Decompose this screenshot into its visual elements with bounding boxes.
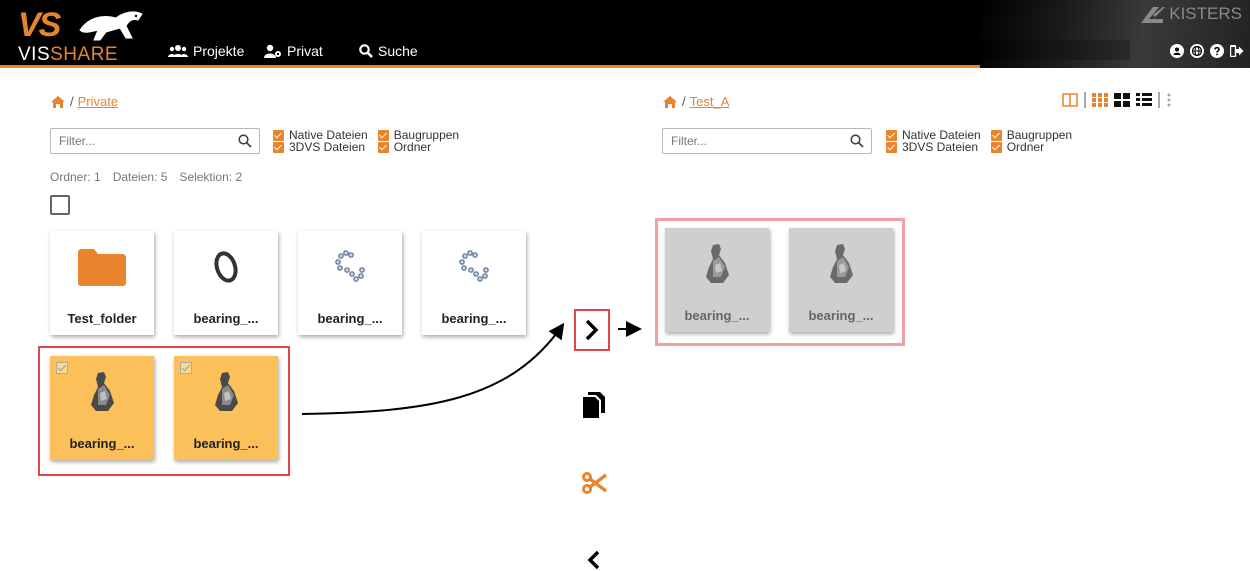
- move-left-icon: [587, 550, 600, 569]
- more-options-icon[interactable]: [1166, 93, 1172, 107]
- search-icon[interactable]: [850, 134, 864, 148]
- cut-icon: [582, 472, 608, 494]
- checkbox-checked-icon: [886, 141, 897, 153]
- tile-file-preview[interactable]: bearing_...: [665, 228, 769, 332]
- copy-icon: [583, 392, 605, 418]
- checkbox-checked-icon: [990, 129, 1002, 141]
- part-icon: [706, 244, 729, 283]
- filter-field-right[interactable]: [662, 128, 872, 154]
- breadcrumb-test-a-link[interactable]: Test_A: [690, 94, 730, 109]
- home-icon[interactable]: [662, 95, 678, 109]
- view-mode-toolbar: [1062, 92, 1172, 108]
- checkbox-checked-icon: [886, 129, 897, 141]
- tile-file-preview[interactable]: bearing_...: [789, 228, 893, 332]
- move-right-icon: [585, 319, 599, 341]
- move-left-button[interactable]: [580, 548, 608, 571]
- move-arrow-illustration: [301, 321, 642, 415]
- copy-button[interactable]: [580, 390, 608, 420]
- large-grid-icon[interactable]: [1114, 93, 1130, 107]
- filter-input-right[interactable]: [663, 129, 843, 153]
- small-grid-icon[interactable]: [1092, 93, 1108, 107]
- part-icon: [830, 244, 853, 283]
- filter-checkboxes-right: Native Dateien Baugruppen 3DVS Dateien O…: [886, 129, 1072, 153]
- checkbox-ordner[interactable]: Ordner: [990, 141, 1072, 153]
- cut-button[interactable]: [580, 468, 610, 498]
- move-right-button[interactable]: [578, 313, 606, 347]
- list-view-icon[interactable]: [1136, 93, 1152, 107]
- checkbox-3dvs-dateien[interactable]: 3DVS Dateien: [886, 141, 981, 153]
- split-view-icon[interactable]: [1062, 93, 1078, 107]
- checkbox-checked-icon: [990, 141, 1002, 153]
- breadcrumb-right: / Test_A: [662, 94, 729, 109]
